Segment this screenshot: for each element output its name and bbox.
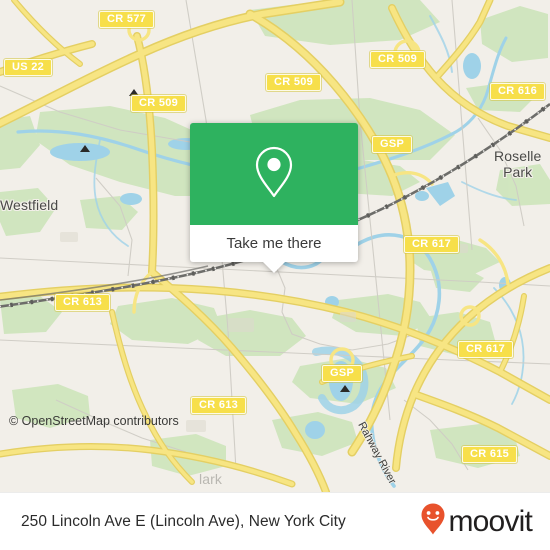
address-label: 250 Lincoln Ave E (Lincoln Ave), New Yor… bbox=[21, 512, 346, 530]
route-shield-cr-509-center[interactable]: CR 509 bbox=[266, 74, 322, 91]
route-shield-cr-613-north[interactable]: CR 613 bbox=[55, 294, 111, 311]
take-me-there-label: Take me there bbox=[226, 235, 322, 252]
take-me-there-button[interactable]: Take me there bbox=[190, 225, 358, 262]
route-shield-cr-613-south[interactable]: CR 613 bbox=[191, 397, 247, 414]
route-shield-cr-509-west[interactable]: CR 509 bbox=[131, 95, 187, 112]
route-shield-cr-617-south[interactable]: CR 617 bbox=[458, 341, 514, 358]
map-pin-icon bbox=[251, 143, 297, 206]
popup-tail bbox=[263, 262, 285, 273]
route-shield-gsp-north[interactable]: GSP bbox=[372, 136, 413, 153]
route-shield-cr-617-north[interactable]: CR 617 bbox=[404, 236, 460, 253]
route-shield-us-22[interactable]: US 22 bbox=[4, 59, 53, 76]
route-shield-cr-577[interactable]: CR 577 bbox=[99, 11, 155, 28]
moovit-pin-icon bbox=[420, 502, 446, 541]
popup-header bbox=[190, 123, 358, 225]
location-popup[interactable]: Take me there bbox=[190, 123, 358, 273]
route-shield-gsp-south[interactable]: GSP bbox=[322, 365, 363, 382]
route-shield-cr-615[interactable]: CR 615 bbox=[462, 446, 518, 463]
moovit-wordmark: moovit bbox=[448, 504, 532, 538]
map-screen: Westfield Roselle Park lark Rahway River… bbox=[0, 0, 550, 550]
route-shield-cr-616[interactable]: CR 616 bbox=[490, 83, 546, 100]
map-canvas[interactable]: Westfield Roselle Park lark Rahway River… bbox=[0, 0, 550, 492]
bottom-bar: 250 Lincoln Ave E (Lincoln Ave), New Yor… bbox=[0, 492, 550, 550]
moovit-logo[interactable]: moovit bbox=[420, 502, 533, 541]
route-shield-cr-509-east[interactable]: CR 509 bbox=[370, 51, 426, 68]
